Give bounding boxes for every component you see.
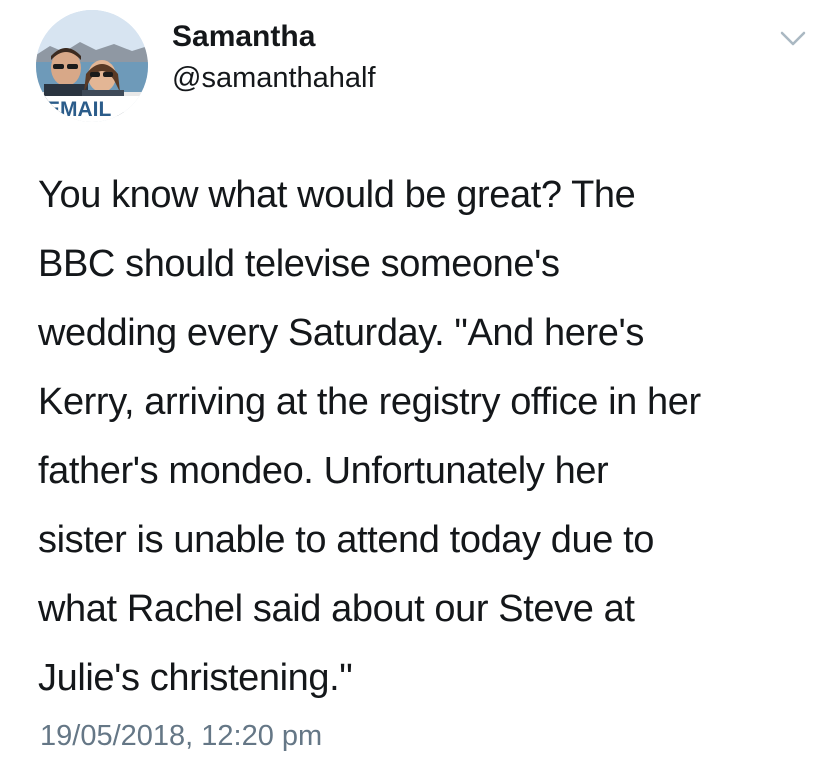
tweet-header: EMAIL Samantha @samanthahalf <box>0 0 838 140</box>
user-handle[interactable]: @samanthahalf <box>172 62 376 95</box>
avatar-photo: EMAIL <box>36 10 148 122</box>
tweet-card: EMAIL Samantha @samanthahalf You know wh… <box>0 0 838 768</box>
tweet-text: You know what would be great? The BBC sh… <box>38 174 701 699</box>
avatar[interactable]: EMAIL <box>36 10 148 122</box>
tweet-timestamp[interactable]: 19/05/2018, 12:20 pm <box>40 720 322 753</box>
chevron-down-icon[interactable] <box>776 24 810 52</box>
display-name[interactable]: Samantha <box>172 20 315 54</box>
avatar-caption: EMAIL <box>46 98 112 121</box>
